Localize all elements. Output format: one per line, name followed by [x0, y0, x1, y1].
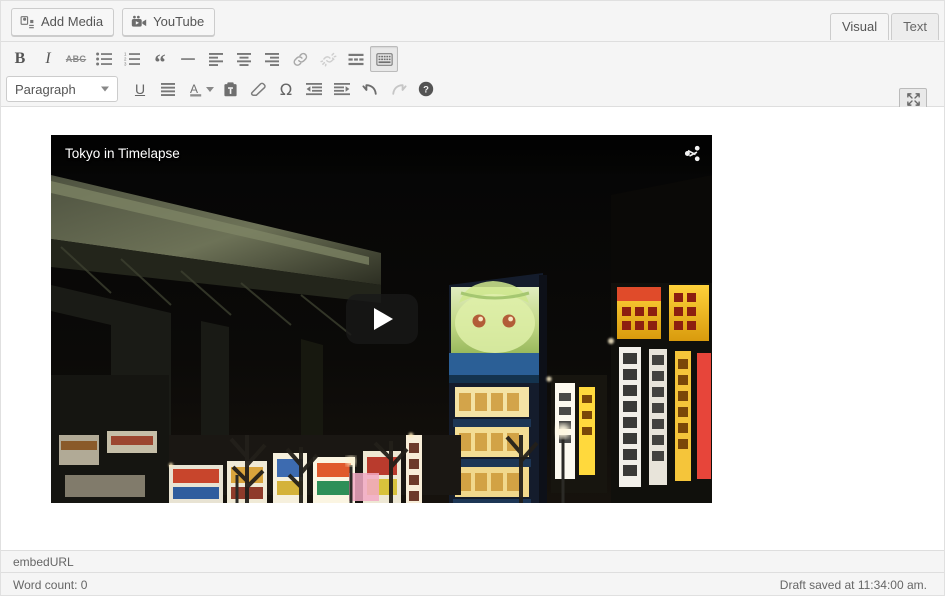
indent-button[interactable]: [328, 76, 356, 102]
toggle-toolbar-button[interactable]: [370, 46, 398, 72]
clear-formatting-icon: [250, 82, 266, 97]
keyboard-shortcuts-icon: ?: [418, 81, 434, 97]
paste-as-text-icon: [223, 81, 238, 97]
paragraph-format-value: Paragraph: [15, 81, 76, 97]
bold-icon: B: [14, 50, 26, 67]
unlink-button[interactable]: [314, 46, 342, 72]
indent-icon: [334, 82, 350, 96]
editor-status-bar: Word count: 0 Draft saved at 11:34:00 am…: [0, 572, 945, 596]
text-color-icon: A: [188, 82, 204, 97]
draft-saved-message: Draft saved at 11:34:00 am.: [779, 577, 927, 592]
element-path-bar: embedURL: [0, 550, 945, 572]
video-title-overlay: Tokyo in Timelapse: [51, 135, 712, 179]
italic-button[interactable]: I: [34, 46, 62, 72]
underline-button[interactable]: U: [126, 76, 154, 102]
play-button[interactable]: [345, 294, 418, 344]
youtube-button[interactable]: YouTube: [122, 8, 216, 36]
svg-text:?: ?: [423, 85, 429, 96]
element-path[interactable]: embedURL: [13, 555, 74, 569]
keyboard-shortcuts-button[interactable]: ?: [412, 76, 440, 102]
align-justify-button[interactable]: [154, 76, 182, 102]
wordpress-editor: Add Media YouTube Visual Text B I ABC 1 …: [0, 0, 945, 596]
chevron-down-icon: [101, 86, 109, 92]
media-toolbar: Add Media YouTube Visual Text: [0, 0, 945, 41]
align-center-icon: [236, 52, 252, 66]
text-color-chevron-down-icon[interactable]: [206, 86, 214, 92]
italic-icon: I: [45, 50, 51, 67]
redo-icon: [390, 82, 407, 97]
add-media-button[interactable]: Add Media: [11, 8, 115, 36]
tab-text[interactable]: Text: [891, 13, 939, 40]
undo-icon: [361, 82, 379, 97]
share-button[interactable]: [682, 145, 702, 165]
toggle-toolbar-icon: [375, 52, 393, 66]
outdent-button[interactable]: [300, 76, 328, 102]
youtube-camera-icon: [131, 15, 147, 30]
svg-text:A: A: [190, 82, 198, 96]
add-media-icon: [20, 15, 35, 30]
word-count: Word count: 0: [13, 577, 88, 592]
outdent-icon: [306, 82, 322, 96]
bulleted-list-button[interactable]: [90, 46, 118, 72]
clear-formatting-button[interactable]: [244, 76, 272, 102]
strikethrough-button[interactable]: ABC: [62, 46, 90, 72]
numbered-list-button[interactable]: 1 2 3: [118, 46, 146, 72]
align-justify-icon: [160, 82, 176, 96]
read-more-icon: [348, 53, 364, 66]
link-icon: [292, 52, 309, 67]
align-right-button[interactable]: [258, 46, 286, 72]
toolbar-row-1: B I ABC 1 2 3 “: [6, 46, 398, 74]
add-media-label: Add Media: [41, 14, 104, 29]
bulleted-list-icon: [96, 52, 112, 66]
editor-content-area[interactable]: Tokyo in Timelapse: [0, 107, 945, 550]
align-center-button[interactable]: [230, 46, 258, 72]
horizontal-rule-button[interactable]: [174, 46, 202, 72]
youtube-label: YouTube: [153, 14, 205, 29]
align-left-icon: [208, 52, 224, 66]
paragraph-format-select[interactable]: Paragraph: [6, 76, 118, 102]
formatting-toolbar: B I ABC 1 2 3 “ Paragraph U A Ω ?: [0, 41, 945, 114]
align-right-icon: [264, 52, 280, 66]
special-character-icon: Ω: [279, 79, 293, 99]
insert-link-button[interactable]: [286, 46, 314, 72]
toolbar-row-2: Paragraph U A Ω ?: [6, 76, 440, 102]
svg-text:3: 3: [124, 62, 127, 66]
strikethrough-icon: ABC: [65, 54, 87, 64]
share-icon: [684, 145, 701, 165]
horizontal-rule-icon: [180, 52, 196, 66]
youtube-video-embed[interactable]: Tokyo in Timelapse: [51, 135, 712, 503]
undo-button[interactable]: [356, 76, 384, 102]
blockquote-button[interactable]: “: [146, 46, 174, 74]
tab-visual[interactable]: Visual: [829, 13, 890, 40]
special-character-button[interactable]: Ω: [272, 76, 300, 102]
read-more-button[interactable]: [342, 46, 370, 72]
underline-icon: U: [134, 81, 146, 97]
editor-mode-tabs: Visual Text: [828, 13, 939, 40]
paste-as-text-button[interactable]: [216, 76, 244, 102]
numbered-list-icon: 1 2 3: [124, 52, 140, 66]
video-title: Tokyo in Timelapse: [65, 146, 180, 161]
play-triangle-icon: [374, 308, 393, 330]
redo-button[interactable]: [384, 76, 412, 102]
unlink-icon: [319, 52, 337, 67]
bold-button[interactable]: B: [6, 46, 34, 72]
align-left-button[interactable]: [202, 46, 230, 72]
media-buttons-group: Add Media YouTube: [11, 8, 216, 36]
